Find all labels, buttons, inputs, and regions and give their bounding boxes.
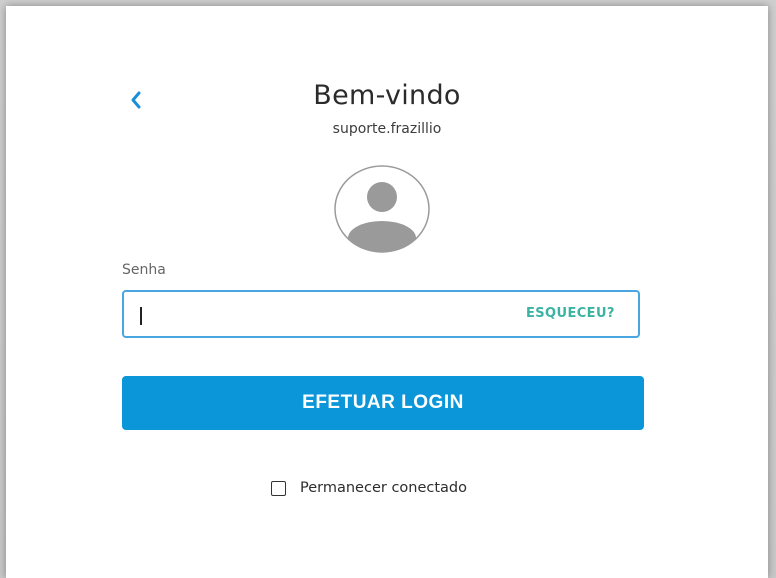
text-caret bbox=[140, 307, 142, 325]
remember-label[interactable]: Permanecer conectado bbox=[300, 480, 467, 496]
login-card: Bem-vindo suporte.frazillio Senha ESQUEC… bbox=[6, 6, 768, 578]
user-avatar-icon bbox=[334, 165, 430, 253]
login-button[interactable]: EFETUAR LOGIN bbox=[122, 376, 644, 430]
avatar bbox=[333, 164, 431, 254]
password-label: Senha bbox=[122, 262, 166, 278]
password-input[interactable] bbox=[124, 292, 546, 338]
password-field-container: ESQUECEU? bbox=[122, 290, 640, 338]
username-label: suporte.frazillio bbox=[332, 121, 442, 137]
page-title: Bem-vindo bbox=[313, 80, 461, 111]
window-backdrop: Bem-vindo suporte.frazillio Senha ESQUEC… bbox=[0, 0, 776, 578]
remember-checkbox[interactable] bbox=[271, 480, 286, 496]
forgot-password-link[interactable]: ESQUECEU? bbox=[526, 306, 638, 321]
remember-me: Permanecer conectado bbox=[271, 480, 467, 496]
